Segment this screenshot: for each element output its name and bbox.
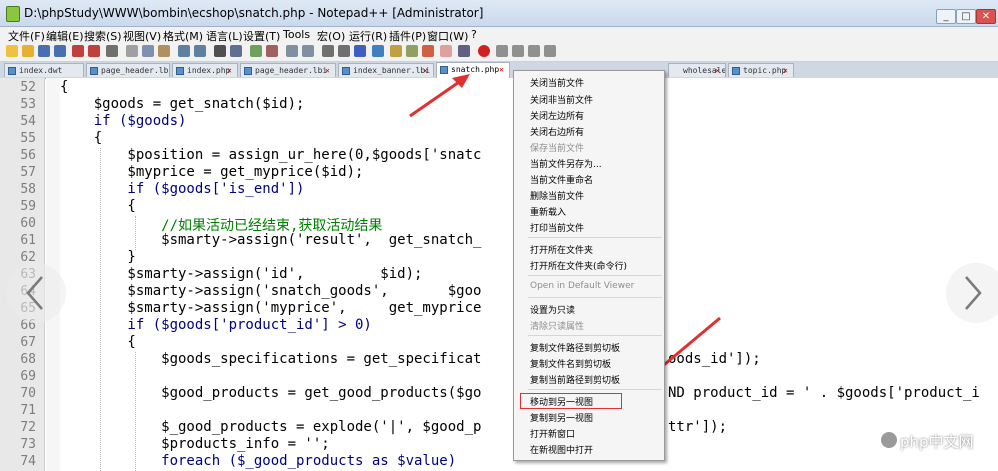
menu-separator xyxy=(528,275,662,276)
menu-close-current[interactable]: 关闭当前文件 xyxy=(530,76,584,89)
menu-open-folder[interactable]: 打开所在文件夹 xyxy=(530,243,593,256)
menu-separator xyxy=(528,335,662,336)
next-slide-button[interactable] xyxy=(946,263,998,323)
menu-close-others[interactable]: 关闭非当前文件 xyxy=(530,93,593,106)
menu-delete[interactable]: 删除当前文件 xyxy=(530,189,584,202)
menu-save-current: 保存当前文件 xyxy=(530,144,585,154)
prev-slide-button[interactable] xyxy=(6,263,66,323)
menu-copy-dir-path[interactable]: 复制当前路径到剪切板 xyxy=(530,373,620,386)
menu-open-new-instance[interactable]: 打开新窗口 xyxy=(530,427,575,440)
menu-open-default-viewer: Open in Default Viewer xyxy=(530,281,635,291)
menu-rename[interactable]: 当前文件重命名 xyxy=(530,173,593,186)
annotation-arrows xyxy=(409,74,721,402)
arrow-to-tab xyxy=(409,78,463,118)
menu-separator xyxy=(528,237,662,238)
menu-reload[interactable]: 重新载入 xyxy=(530,205,566,218)
menu-separator xyxy=(528,297,662,298)
watermark-text: php中文网 xyxy=(900,433,974,451)
menu-copy-full-path[interactable]: 复制文件路径到剪切板 xyxy=(530,341,620,354)
menu-clear-readonly: 清除只读属性 xyxy=(530,322,585,332)
menu-save-as[interactable]: 当前文件另存为... xyxy=(530,157,602,170)
right-arrow-icon xyxy=(965,276,982,310)
menu-separator xyxy=(528,389,662,390)
left-arrow-icon xyxy=(26,276,43,310)
menu-close-right[interactable]: 关闭右边所有 xyxy=(530,125,584,138)
menu-set-readonly[interactable]: 设置为只读 xyxy=(530,303,575,316)
menu-open-in-new-view[interactable]: 在新视图中打开 xyxy=(530,443,593,456)
highlight-box xyxy=(520,393,622,409)
menu-clone-to-other-view[interactable]: 复制到另一视图 xyxy=(530,411,593,424)
menu-close-left[interactable]: 关闭左边所有 xyxy=(530,109,584,122)
menu-open-folder-cmd[interactable]: 打开所在文件夹(命令行) xyxy=(530,259,627,272)
menu-copy-filename[interactable]: 复制文件名到剪切板 xyxy=(530,357,611,370)
php-logo-icon xyxy=(881,432,897,448)
menu-print[interactable]: 打印当前文件 xyxy=(530,221,584,234)
